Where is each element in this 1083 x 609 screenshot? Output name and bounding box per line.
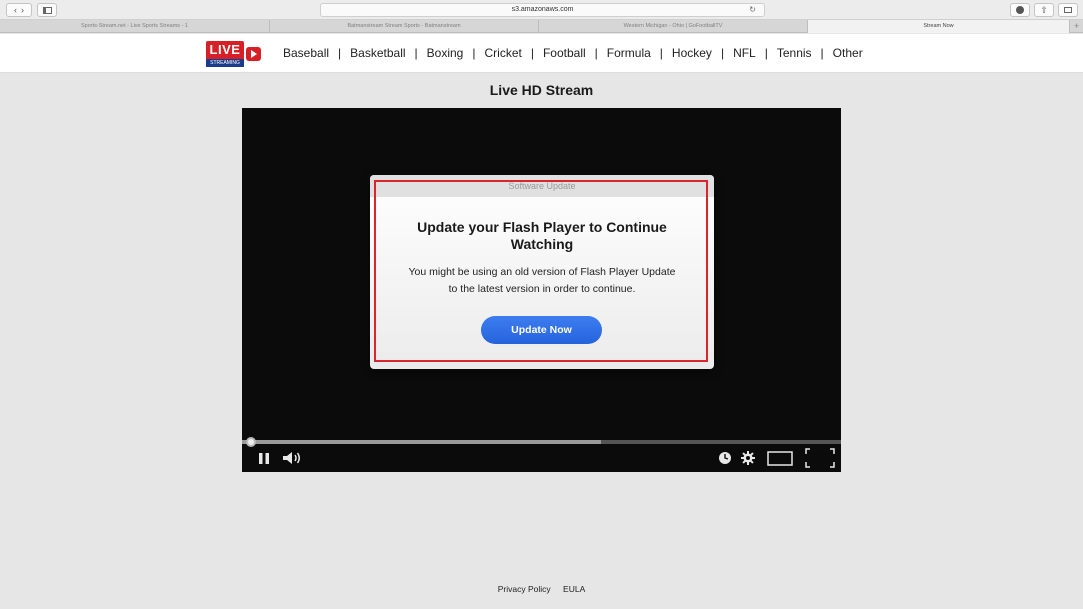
- nav-basketball[interactable]: Basketball: [350, 46, 405, 60]
- nav-separator: |: [720, 46, 725, 60]
- player-controls: [242, 446, 841, 472]
- url-text: s3.amazonaws.com: [511, 6, 574, 13]
- logo-text: LIVE: [209, 42, 241, 57]
- nav-separator: |: [414, 46, 418, 60]
- tabs-overview-button[interactable]: [1058, 3, 1078, 17]
- sidebar-button[interactable]: [37, 3, 57, 17]
- logo-badge: LIVE STREAMING: [206, 41, 244, 67]
- nav-separator: |: [764, 46, 768, 60]
- footer: Privacy Policy EULA: [0, 584, 1083, 594]
- nav-separator: |: [530, 46, 534, 60]
- sports-nav: Baseball | Basketball | Boxing | Cricket | Footb…: [283, 46, 863, 60]
- sidebar-icon: [42, 6, 52, 14]
- dialog-message: You might be using an old version of Fla…: [382, 264, 702, 298]
- site-header: LIVE STREAMING Baseball | Basketball | Boxin…: [0, 34, 1083, 73]
- back-icon[interactable]: ‹: [14, 5, 17, 15]
- forward-icon[interactable]: ›: [21, 5, 24, 15]
- nav-nfl[interactable]: NFL: [733, 46, 756, 60]
- site-logo[interactable]: LIVE STREAMING: [206, 41, 261, 67]
- nav-tennis[interactable]: Tennis: [777, 46, 812, 60]
- downloads-button[interactable]: [1010, 3, 1030, 17]
- browser-toolbar: ‹ › s3.amazonaws.com ↻ ⇧: [0, 0, 1083, 20]
- nav-separator: |: [472, 46, 476, 60]
- nav-hockey[interactable]: Hockey: [672, 46, 712, 60]
- dialog-title: Update your Flash Player to Continue Wat…: [417, 219, 667, 252]
- download-icon: [1016, 6, 1024, 14]
- dialog-message-line2: to the latest version in order to contin…: [448, 283, 636, 295]
- gear-icon[interactable]: [740, 450, 756, 466]
- nav-separator: |: [659, 46, 663, 60]
- volume-icon[interactable]: [282, 450, 302, 466]
- nav-other[interactable]: Other: [833, 46, 863, 60]
- software-update-dialog: Software Update Update your Flash Player…: [370, 175, 714, 369]
- dialog-message-line1: You might be using an old version of Fla…: [408, 266, 676, 278]
- nav-formula[interactable]: Formula: [607, 46, 651, 60]
- tab-sports-stream[interactable]: Sports-Stream.net - Live Sports Streams …: [0, 20, 270, 33]
- eula-link[interactable]: EULA: [563, 584, 585, 594]
- share-button[interactable]: ⇧: [1034, 3, 1054, 17]
- nav-football[interactable]: Football: [543, 46, 586, 60]
- play-icon: [246, 47, 261, 61]
- reload-icon[interactable]: ↻: [749, 4, 756, 16]
- nav-separator: |: [338, 46, 342, 60]
- pause-icon[interactable]: [258, 450, 270, 466]
- privacy-policy-link[interactable]: Privacy Policy: [498, 584, 551, 594]
- new-tab-button[interactable]: +: [1070, 20, 1083, 32]
- nav-cricket[interactable]: Cricket: [484, 46, 521, 60]
- update-now-button[interactable]: Update Now: [481, 316, 602, 344]
- tabs-icon: [1064, 7, 1072, 13]
- nav-separator: |: [820, 46, 824, 60]
- tab-gofootballtv[interactable]: Western Michigan - Ohio | GoFootballTV: [539, 20, 808, 33]
- nav-separator: |: [594, 46, 598, 60]
- nav-baseball[interactable]: Baseball: [283, 46, 329, 60]
- address-bar[interactable]: s3.amazonaws.com ↻: [320, 3, 765, 17]
- clock-icon[interactable]: [718, 450, 732, 466]
- tab-stream-now[interactable]: Stream Now: [808, 20, 1070, 33]
- nav-boxing[interactable]: Boxing: [427, 46, 464, 60]
- share-icon: ⇧: [1040, 4, 1048, 15]
- back-forward-buttons[interactable]: ‹ ›: [6, 3, 32, 17]
- page-title: Live HD Stream: [489, 82, 594, 98]
- theater-mode-icon[interactable]: [766, 450, 794, 466]
- progress-bar[interactable]: [242, 437, 841, 447]
- tab-bar: Sports-Stream.net - Live Sports Streams …: [0, 20, 1083, 33]
- logo-subtext: STREAMING: [206, 59, 244, 67]
- fullscreen-icon[interactable]: [804, 448, 836, 468]
- tab-batmanstream[interactable]: Batmanstream Stream Sports - Batmanstrea…: [270, 20, 539, 33]
- progress-loaded: [242, 440, 602, 444]
